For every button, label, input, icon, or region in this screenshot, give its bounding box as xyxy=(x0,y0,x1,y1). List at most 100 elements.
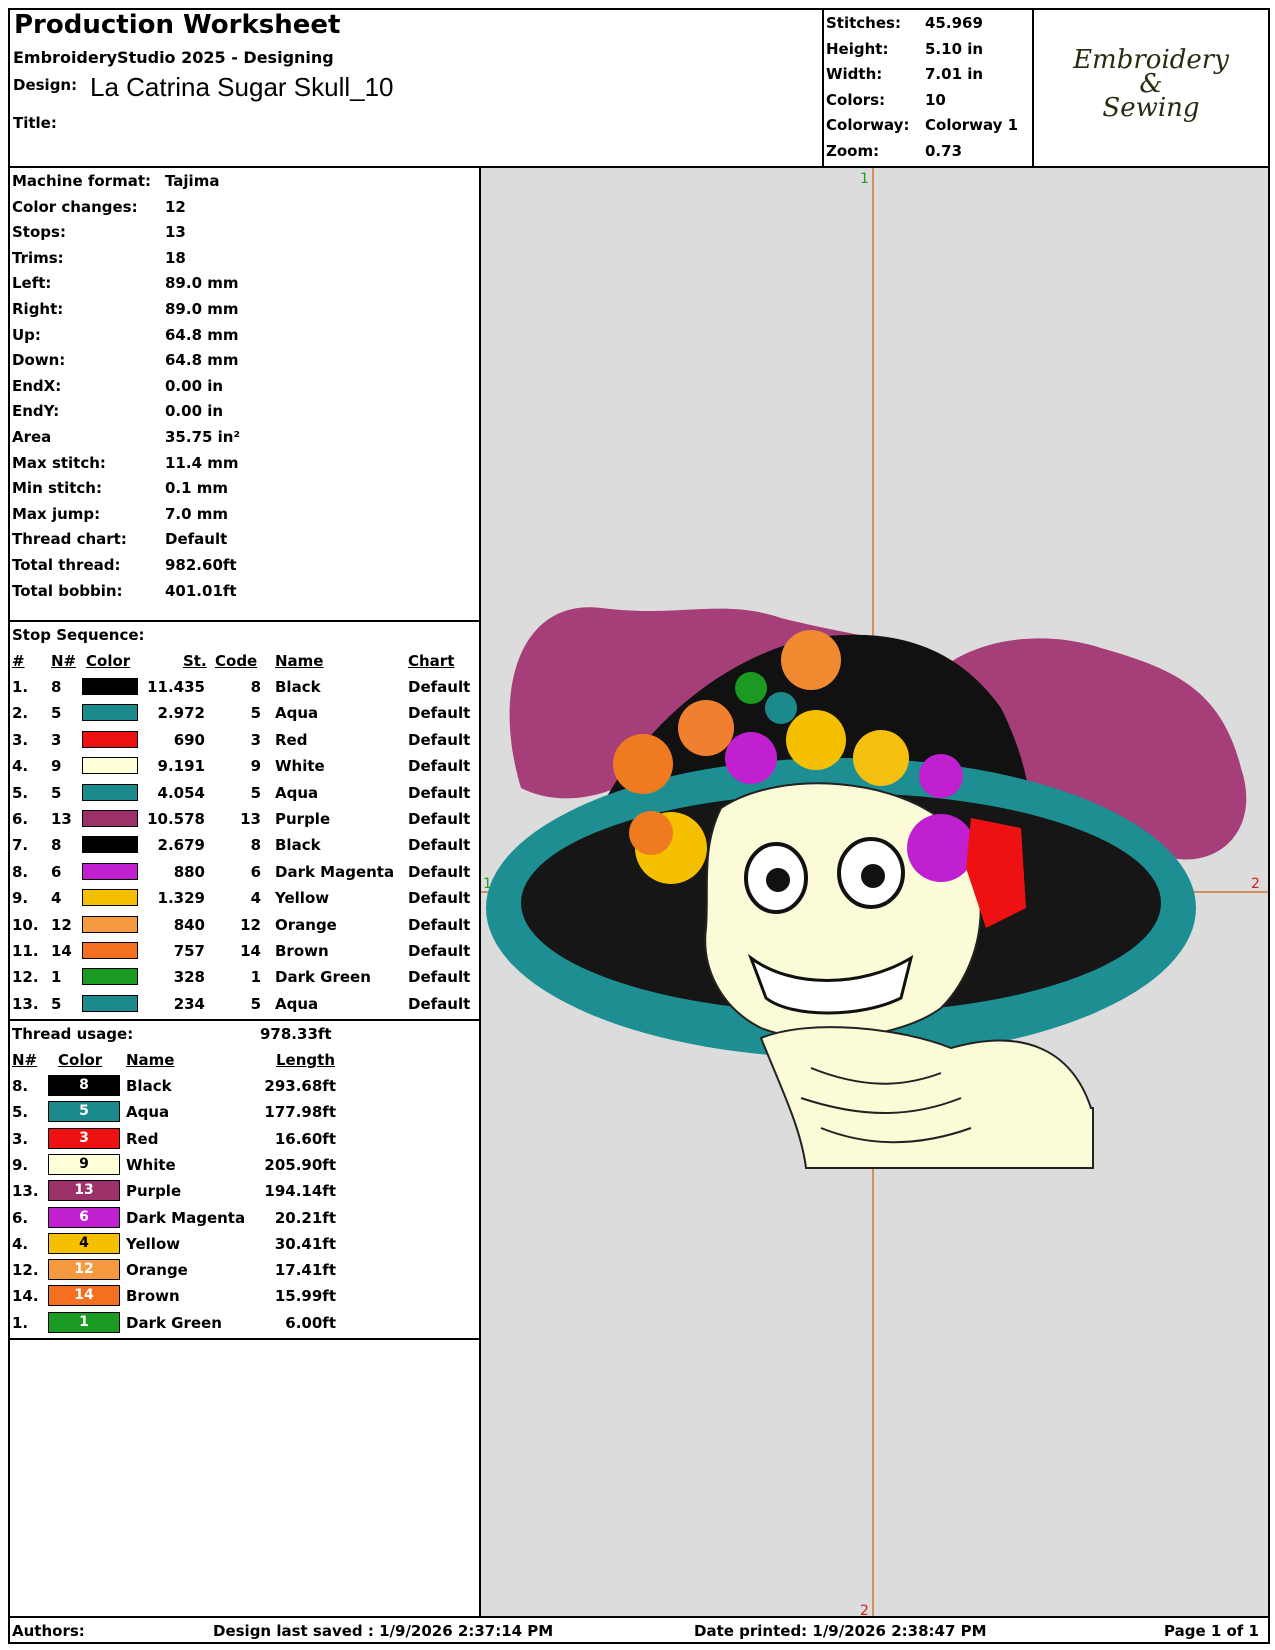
thread-row: 12. 12 Orange 17.41ft xyxy=(0,1257,481,1283)
spec-row: Max stitch: 11.4 mm xyxy=(12,450,472,476)
marker-left: 1 xyxy=(483,876,492,892)
thread-n: 1. xyxy=(12,1313,29,1332)
summary-label: Zoom: xyxy=(826,141,880,160)
spec-value: 18 xyxy=(165,248,186,267)
stop-color-swatch xyxy=(82,704,138,722)
thread-row: 14. 14 Brown 15.99ft xyxy=(0,1283,481,1309)
stop-code: 13 xyxy=(240,810,261,828)
spec-row: Thread chart: Default xyxy=(12,526,472,552)
thread-n: 13. xyxy=(12,1182,39,1201)
stop-num: 9. xyxy=(12,889,29,908)
thread-row: 1. 1 Dark Green 6.00ft xyxy=(0,1310,481,1336)
stop-chart: Default xyxy=(408,889,471,908)
summary-row: Height: 5.10 in xyxy=(826,36,1031,62)
stop-stitches: 11.435 xyxy=(147,678,205,696)
tu-col-length: Length xyxy=(276,1051,335,1069)
flower-yellow-1 xyxy=(786,710,846,770)
stop-n: 1 xyxy=(51,968,62,987)
stop-num: 6. xyxy=(12,810,29,828)
thread-n: 6. xyxy=(12,1208,29,1227)
spec-row: Total bobbin: 401.01ft xyxy=(12,578,472,604)
thread-color-swatch: 9 xyxy=(48,1153,120,1175)
stop-num: 4. xyxy=(12,757,29,776)
stop-color-swatch xyxy=(82,889,138,907)
stop-chart: Default xyxy=(408,678,471,696)
thread-name: Purple xyxy=(126,1182,182,1201)
thread-row: 5. 5 Aqua 177.98ft xyxy=(0,1099,481,1125)
stop-chart: Default xyxy=(408,730,471,749)
thread-length: 30.41ft xyxy=(274,1234,336,1253)
stop-row: 11. 14 757 14 Brown Default xyxy=(0,938,481,964)
footer-saved: Design last saved : 1/9/2026 2:37:14 PM xyxy=(213,1622,554,1640)
spec-row: Down: 64.8 mm xyxy=(12,347,472,373)
stop-row: 7. 8 2.679 8 Black Default xyxy=(0,832,481,858)
marker-top: 1 xyxy=(860,171,869,187)
stop-num: 12. xyxy=(12,968,39,987)
summary-value: 10 xyxy=(925,90,946,109)
stop-chart: Default xyxy=(408,915,471,934)
stop-n: 8 xyxy=(51,678,62,696)
spec-row: Stops: 13 xyxy=(12,219,472,245)
spec-row: Total thread: 982.60ft xyxy=(12,552,472,578)
logo-line-3: Sewing xyxy=(1102,93,1200,123)
thread-color-swatch: 13 xyxy=(48,1180,120,1202)
spec-row: EndX: 0.00 in xyxy=(12,373,472,399)
stop-color-swatch xyxy=(82,942,138,959)
stop-num: 13. xyxy=(12,994,39,1013)
spec-label: Total bobbin: xyxy=(12,581,123,600)
stop-row: 8. 6 880 6 Dark Magenta Default xyxy=(0,859,481,885)
stop-name: Orange xyxy=(275,915,337,934)
stop-name: Black xyxy=(275,836,321,855)
thread-n: 14. xyxy=(12,1287,39,1306)
stop-n: 14 xyxy=(51,942,72,960)
thread-name: Yellow xyxy=(126,1234,181,1253)
thread-length: 15.99ft xyxy=(274,1287,336,1306)
spec-value: 12 xyxy=(165,197,186,216)
stop-num: 3. xyxy=(12,730,29,749)
stop-color-swatch xyxy=(82,968,138,986)
thread-row: 9. 9 White 205.90ft xyxy=(0,1152,481,1178)
stop-name: Black xyxy=(275,678,321,696)
spec-row: Max jump: 7.0 mm xyxy=(12,501,472,527)
stop-n: 9 xyxy=(51,757,62,776)
thread-name: Brown xyxy=(126,1287,180,1306)
spec-row: Min stitch: 0.1 mm xyxy=(12,475,472,501)
stop-n: 6 xyxy=(51,862,62,881)
summary-label: Colorway: xyxy=(826,116,910,134)
summary-value: 0.73 xyxy=(925,141,963,160)
stop-chart: Default xyxy=(408,836,471,855)
stop-color-swatch xyxy=(82,783,138,801)
spec-value: 401.01ft xyxy=(165,581,237,600)
stop-stitches: 690 xyxy=(173,730,205,749)
thread-color-swatch: 14 xyxy=(48,1285,120,1307)
stop-name: Dark Magenta xyxy=(275,862,395,881)
spec-label: Right: xyxy=(12,300,64,318)
stop-stitches: 880 xyxy=(173,862,205,881)
summary-label: Width: xyxy=(826,65,883,83)
spec-row: Trims: 18 xyxy=(12,245,472,271)
stop-stitches: 840 xyxy=(173,915,205,934)
stop-chart: Default xyxy=(408,862,471,881)
thread-row: 6. 6 Dark Magenta 20.21ft xyxy=(0,1205,481,1231)
spec-label: Min stitch: xyxy=(12,479,102,498)
stop-chart: Default xyxy=(408,968,471,987)
stop-code: 5 xyxy=(250,704,261,723)
stop-code: 4 xyxy=(250,889,261,908)
thread-usage-title: Thread usage: xyxy=(12,1025,134,1043)
stop-num: 10. xyxy=(12,915,39,934)
stop-name: White xyxy=(275,757,325,776)
spec-row: Area 35.75 in² xyxy=(12,424,472,450)
stop-stitches: 234 xyxy=(173,994,205,1013)
stop-name: Brown xyxy=(275,942,329,960)
spec-label: Stops: xyxy=(12,223,66,242)
divider-threads xyxy=(8,1338,481,1340)
stop-n: 5 xyxy=(51,783,62,802)
design-preview[interactable]: 1 2 1 2 xyxy=(481,168,1268,1618)
spec-label: Color changes: xyxy=(12,197,138,216)
stop-n: 5 xyxy=(51,704,62,723)
stop-n: 4 xyxy=(51,889,62,908)
stop-chart: Default xyxy=(408,704,471,723)
spec-row: Color changes: 12 xyxy=(12,194,472,220)
stop-name: Aqua xyxy=(275,783,319,802)
spec-value: Default xyxy=(165,530,228,549)
